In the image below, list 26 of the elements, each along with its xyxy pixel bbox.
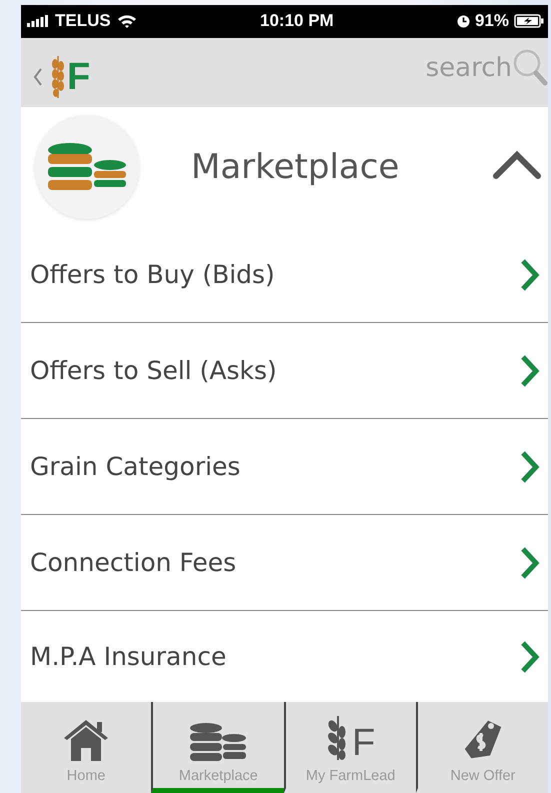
wheat-icon (51, 54, 65, 100)
menu-item[interactable]: M.P.A Insurance (21, 611, 548, 702)
wheat-icon (326, 714, 348, 762)
section-title: Marketplace (191, 146, 400, 187)
menu-item[interactable]: Grain Categories (21, 419, 548, 516)
battery-percent: 91% (474, 11, 509, 32)
menu-item[interactable]: Offers to Sell (Asks) (21, 323, 548, 420)
chevron-right-icon (520, 354, 540, 388)
menu-item[interactable]: Connection Fees (21, 515, 548, 612)
search-icon (512, 48, 548, 88)
signal-icon (27, 15, 49, 28)
chevron-right-icon (520, 640, 540, 674)
chevron-left-icon (33, 67, 43, 88)
tab[interactable]: F My FarmLead (284, 702, 416, 793)
chevron-right-icon (520, 450, 540, 484)
wifi-icon (116, 14, 137, 29)
status-time: 10:10 PM (260, 11, 334, 32)
battery-icon (514, 14, 544, 28)
coins-icon (189, 722, 248, 762)
clock-icon (456, 14, 470, 28)
chevron-right-icon (520, 546, 540, 580)
menu-item[interactable]: Offers to Buy (Bids) (21, 227, 548, 324)
search-field[interactable]: search (422, 48, 548, 88)
carrier-name: TELUS (55, 11, 111, 32)
chevron-right-icon (520, 258, 540, 292)
tab-letter: F (352, 724, 376, 762)
